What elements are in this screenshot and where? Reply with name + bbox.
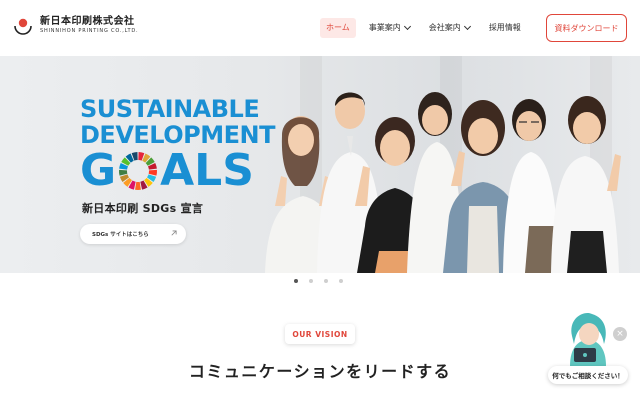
logo-sun-icon — [14, 18, 32, 35]
logo-name-jp: 新日本印刷株式会社 — [40, 15, 135, 27]
carousel-dot[interactable] — [294, 279, 298, 283]
nav-item-company[interactable]: 会社案内 — [423, 18, 476, 38]
carousel-pagination — [294, 279, 343, 283]
nav-item-label: 採用情報 — [488, 23, 521, 32]
sdgs-letter-g: G — [80, 145, 117, 196]
nav-item-home[interactable]: ホーム — [320, 18, 356, 38]
carousel-dot[interactable] — [324, 279, 328, 283]
nav-item-label: ホーム — [326, 23, 350, 32]
sdg-wheel-segment — [135, 181, 142, 190]
person-figure — [551, 96, 621, 273]
sdgs-line-3: G ALS — [80, 148, 275, 194]
company-logo[interactable]: 新日本印刷株式会社 SHINNIHON PRINTING CO.,LTD. — [12, 14, 138, 36]
sdg-wheel-segment — [148, 169, 158, 176]
download-materials-button[interactable]: 資料ダウンロード — [546, 14, 627, 42]
nav-item-label: 会社案内 — [428, 23, 461, 32]
carousel-dot[interactable] — [339, 279, 343, 283]
sdgs-declaration: 新日本印刷 SDGs 宣言 — [82, 202, 204, 215]
sdgs-site-link[interactable]: SDGs サイトはこちら — [80, 224, 186, 244]
chat-bubble[interactable]: 何でもご相談ください！ — [548, 366, 628, 384]
close-icon[interactable]: × — [613, 327, 627, 341]
sdgs-site-link-label: SDGs サイトはこちら — [92, 232, 149, 238]
group-photo — [265, 92, 621, 273]
chevron-down-icon — [463, 22, 471, 31]
nav-item-business[interactable]: 事業案内 — [363, 18, 416, 38]
link-arrow-icon — [171, 230, 177, 236]
main-nav: ホーム 事業案内 会社案内 採用情報 — [320, 18, 534, 38]
carousel-dot[interactable] — [309, 279, 313, 283]
sdg-wheel-segment — [119, 169, 128, 176]
sdgs-line-1: SUSTAINABLE — [80, 95, 260, 123]
nav-item-recruit[interactable]: 採用情報 — [483, 18, 527, 38]
vision-badge: OUR VISION — [285, 324, 355, 344]
site-header: 新日本印刷株式会社 SHINNIHON PRINTING CO.,LTD. ホー… — [0, 0, 640, 56]
chat-widget[interactable]: × 何でもご相談ください！ — [548, 310, 628, 390]
person-figure — [503, 99, 559, 273]
chat-avatar-icon — [570, 312, 606, 366]
nav-item-label: 事業案内 — [368, 23, 401, 32]
sdgs-wheel-icon — [119, 152, 158, 190]
sdgs-letters-als: ALS — [160, 145, 254, 196]
sdgs-logo: SUSTAINABLE DEVELOPMENT G ALS — [80, 96, 275, 194]
chevron-down-icon — [403, 22, 411, 31]
logo-name-en: SHINNIHON PRINTING CO.,LTD. — [40, 27, 139, 34]
vision-title: コミュニケーションをリードする — [188, 362, 452, 381]
hero-banner[interactable]: SUSTAINABLE DEVELOPMENT G ALS 新日本印刷 SDGs… — [0, 56, 640, 273]
